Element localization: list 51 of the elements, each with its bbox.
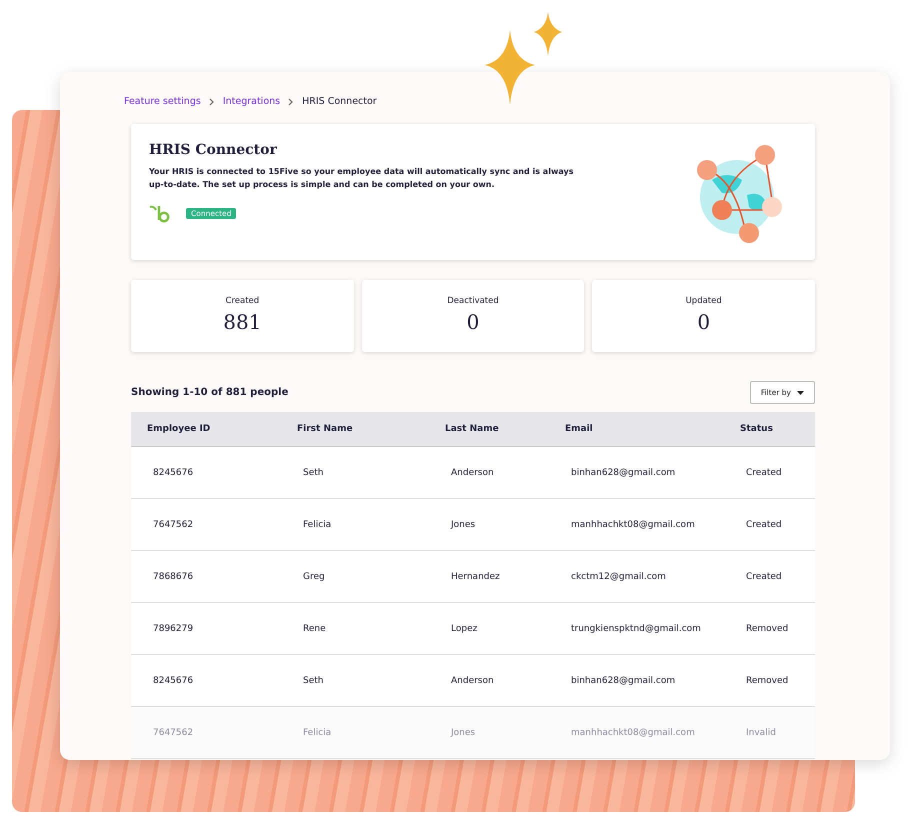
breadcrumb-link[interactable]: Integrations (222, 96, 280, 107)
table-cell-text: ckctm12@gmail.com (571, 572, 667, 582)
table-cell-text: Anderson (451, 676, 495, 686)
table-cell-text: Seth (303, 676, 324, 686)
table-cell-text: Removed (746, 676, 790, 686)
table-cell-text: 7896279 (153, 624, 194, 634)
table-cell-text: Felicia (303, 520, 332, 530)
table-cell-text: Invalid (746, 728, 777, 738)
table-cell-text: trungkienspktnd@gmail.com (571, 624, 702, 634)
table-cell-text: 7647562 (153, 520, 194, 530)
table-cell-text: Hernandez (451, 572, 501, 582)
table-cell-text: 7647562 (153, 728, 194, 738)
panel-description: Your HRIS is connected to 15Five so your employee data will automatically sync and is always up-to-date. The set up process is simple and can be completed on your own. (149, 166, 574, 191)
table-cell-text: Jones (451, 728, 476, 738)
table-cell-text: binhan628@gmail.com (571, 468, 676, 478)
table-cell-text: Jones (451, 520, 476, 530)
table-cell-text: binhan628@gmail.com (571, 676, 676, 686)
table-cell-text: 8245676 (153, 468, 194, 478)
table-cell-text: 8245676 (153, 676, 194, 686)
results-summary: Showing 1-10 of 881 people (131, 387, 288, 398)
table-cell-text: Created (746, 468, 783, 478)
column-header: Email (565, 424, 594, 434)
table-cell-text: manhhachkt08@gmail.com (571, 520, 696, 530)
column-header: Employee ID (147, 424, 212, 434)
panel-title: HRIS Connector (149, 142, 278, 158)
table-cell-text: Removed (746, 624, 790, 634)
table-cell-text: Lopez (451, 624, 478, 634)
chevron-right-icon (208, 98, 215, 106)
table-cell-text: Felicia (303, 728, 332, 738)
table-cell-text: Created (746, 572, 783, 582)
stat-label: Updated (686, 296, 722, 306)
breadcrumb-current: HRIS Connector (302, 96, 377, 107)
stat-value: 881 (223, 310, 262, 334)
stat-value: 0 (466, 310, 480, 334)
stat-label: Created (226, 296, 260, 306)
table-cell-text: Anderson (451, 468, 495, 478)
column-header: Status (740, 424, 774, 434)
table-cell-text: 7868676 (153, 572, 194, 582)
column-header: Last Name (445, 424, 500, 434)
table-cell-text: Rene (303, 624, 327, 634)
leaf-logo-icon (149, 204, 171, 224)
table-cell-text: Created (746, 520, 783, 530)
chevron-right-icon (288, 98, 294, 106)
stat-value: 0 (697, 310, 710, 334)
table-cell-text: manhhachkt08@gmail.com (571, 728, 696, 738)
table-cell-text: Seth (303, 468, 324, 478)
caret-icon (797, 390, 804, 394)
column-header: First Name (297, 424, 354, 434)
stat-label: Deactivated (447, 296, 499, 306)
breadcrumb-link[interactable]: Feature settings (124, 96, 201, 107)
table-cell-text: Greg (303, 572, 326, 582)
